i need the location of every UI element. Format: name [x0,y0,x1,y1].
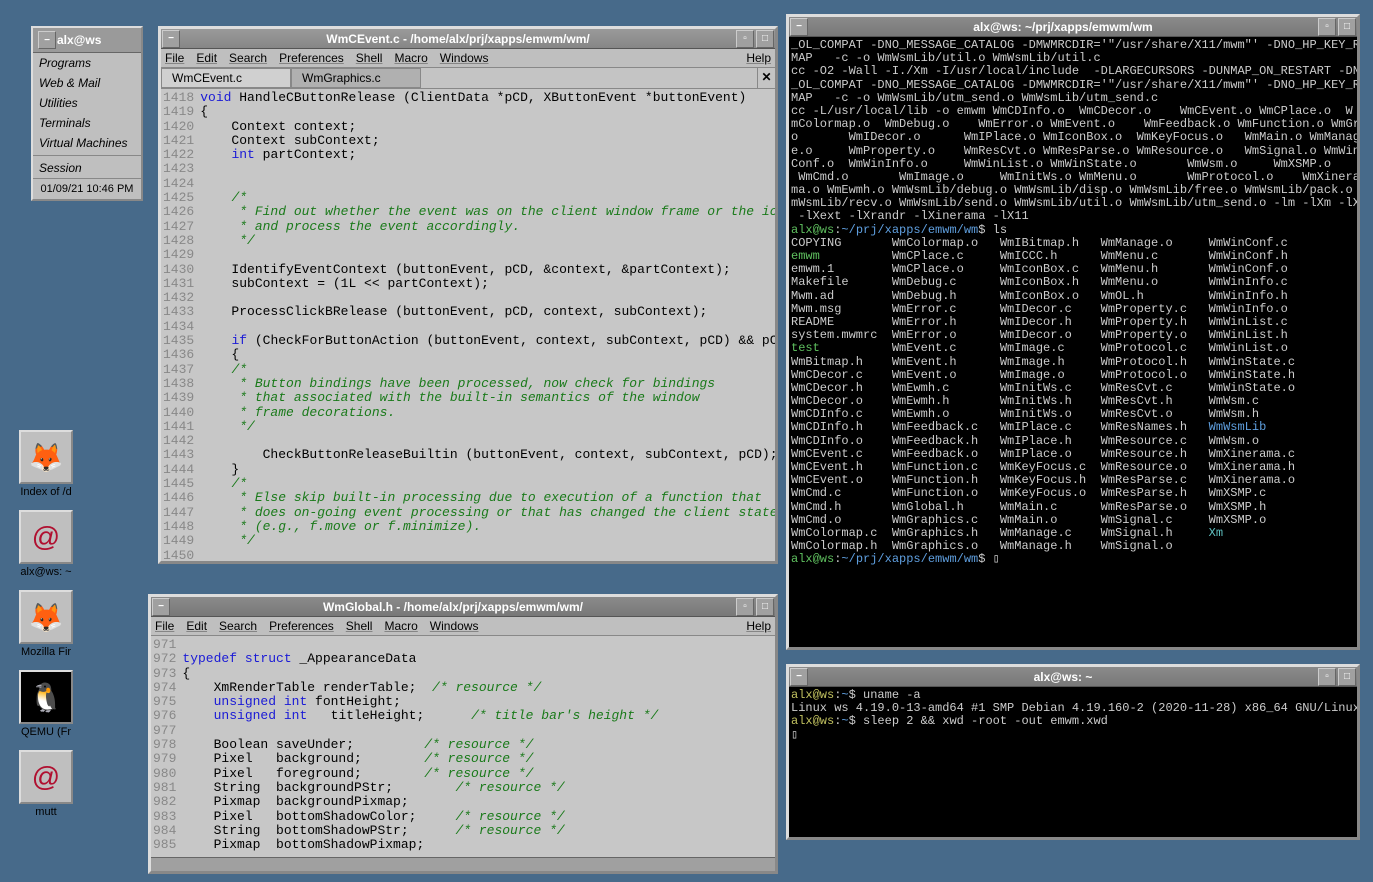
desktop-icon-qemu[interactable]: 🐧 QEMU (Fr [12,670,80,738]
minimize-icon[interactable]: ▫ [1318,668,1336,686]
menu-help[interactable]: Help [746,619,771,633]
editor-window-2: − WmGlobal.h - /home/alx/prj/xapps/emwm/… [148,594,778,874]
line-gutter: 1418 1419 1420 1421 1422 1423 1424 1425 … [163,91,200,559]
menu-shell[interactable]: Shell [346,619,373,633]
icon-label: QEMU (Fr [12,726,80,738]
minimize-icon[interactable]: ▫ [736,598,754,616]
window-title: WmCEvent.c - /home/alx/prj/xapps/emwm/wm… [181,32,735,46]
titlebar[interactable]: − alx@ws: ~ ▫ □ [789,667,1357,687]
desktop-icon-terminal[interactable]: @ alx@ws: ~ [12,510,80,578]
window-menu-icon[interactable]: − [162,30,180,48]
panel-menu-icon[interactable]: − [38,31,56,49]
menu-file[interactable]: File [155,619,174,633]
tab-bar: WmCEvent.c WmGraphics.c ✕ [161,68,775,89]
menu-preferences[interactable]: Preferences [279,51,344,65]
menubar: File Edit Search Preferences Shell Macro… [161,49,775,68]
qemu-icon: 🐧 [19,670,73,724]
firefox-icon: 🦊 [19,430,73,484]
line-gutter: 971 972 973 974 975 976 977 978 979 980 … [153,638,182,855]
desktop-icon-index[interactable]: 🦊 Index of /d [12,430,80,498]
tab-wmcevent[interactable]: WmCEvent.c [161,68,291,88]
maximize-icon[interactable]: □ [756,598,774,616]
titlebar[interactable]: − WmGlobal.h - /home/alx/prj/xapps/emwm/… [151,597,775,617]
menu-macro[interactable]: Macro [384,619,417,633]
menu-vms[interactable]: Virtual Machines [33,133,141,153]
menu-macro[interactable]: Macro [394,51,427,65]
horizontal-scrollbar[interactable] [151,857,775,871]
code-editor[interactable]: 971 972 973 974 975 976 977 978 979 980 … [151,636,775,857]
window-title: alx@ws: ~ [809,670,1317,684]
minimize-icon[interactable]: ▫ [1318,18,1336,36]
debian-icon: @ [19,750,73,804]
terminal-window-1: − alx@ws: ~/prj/xapps/emwm/wm ▫ □ _OL_CO… [786,14,1360,650]
panel-title: − alx@ws [33,28,141,53]
panel-title-text: alx@ws [57,33,101,47]
firefox-icon: 🦊 [19,590,73,644]
menu-help[interactable]: Help [746,51,771,65]
window-title: alx@ws: ~/prj/xapps/emwm/wm [809,20,1317,34]
menu-preferences[interactable]: Preferences [269,619,334,633]
panel-clock: 01/09/21 10:46 PM [33,178,141,199]
code-body[interactable]: typedef struct _AppearanceData { XmRende… [182,638,773,855]
titlebar[interactable]: − alx@ws: ~/prj/xapps/emwm/wm ▫ □ [789,17,1357,37]
menu-web-mail[interactable]: Web & Mail [33,73,141,93]
menu-programs[interactable]: Programs [33,53,141,73]
debian-icon: @ [19,510,73,564]
code-body[interactable]: void HandleCButtonRelease (ClientData *p… [200,91,775,559]
minimize-icon[interactable]: ▫ [736,30,754,48]
icon-label: Index of /d [12,486,80,498]
window-menu-icon[interactable]: − [790,18,808,36]
menu-file[interactable]: File [165,51,184,65]
code-editor[interactable]: 1418 1419 1420 1421 1422 1423 1424 1425 … [161,89,775,561]
tab-close-icon[interactable]: ✕ [757,68,775,88]
maximize-icon[interactable]: □ [756,30,774,48]
maximize-icon[interactable]: □ [1338,668,1356,686]
menu-search[interactable]: Search [229,51,267,65]
window-title: WmGlobal.h - /home/alx/prj/xapps/emwm/wm… [171,600,735,614]
menu-edit[interactable]: Edit [196,51,217,65]
terminal-body[interactable]: _OL_COMPAT -DNO_MESSAGE_CATALOG -DMWMRCD… [789,37,1357,647]
menu-windows[interactable]: Windows [440,51,489,65]
menu-shell[interactable]: Shell [356,51,383,65]
icon-label: mutt [12,806,80,818]
editor-window-1: − WmCEvent.c - /home/alx/prj/xapps/emwm/… [158,26,778,564]
tab-wmgraphics[interactable]: WmGraphics.c [291,68,421,88]
icon-label: Mozilla Fir [12,646,80,658]
menu-search[interactable]: Search [219,619,257,633]
menu-session[interactable]: Session [33,158,141,178]
menu-edit[interactable]: Edit [186,619,207,633]
maximize-icon[interactable]: □ [1338,18,1356,36]
terminal-body[interactable]: alx@ws:~$ uname -a Linux ws 4.19.0-13-am… [789,687,1357,837]
desktop-icon-mutt[interactable]: @ mutt [12,750,80,818]
icon-label: alx@ws: ~ [12,566,80,578]
titlebar[interactable]: − WmCEvent.c - /home/alx/prj/xapps/emwm/… [161,29,775,49]
window-menu-icon[interactable]: − [790,668,808,686]
menu-windows[interactable]: Windows [430,619,479,633]
menu-terminals[interactable]: Terminals [33,113,141,133]
desktop-icon-firefox[interactable]: 🦊 Mozilla Fir [12,590,80,658]
root-menu-panel: − alx@ws Programs Web & Mail Utilities T… [31,26,143,201]
terminal-window-2: − alx@ws: ~ ▫ □ alx@ws:~$ uname -a Linux… [786,664,1360,840]
menu-utilities[interactable]: Utilities [33,93,141,113]
window-menu-icon[interactable]: − [152,598,170,616]
menubar: File Edit Search Preferences Shell Macro… [151,617,775,636]
